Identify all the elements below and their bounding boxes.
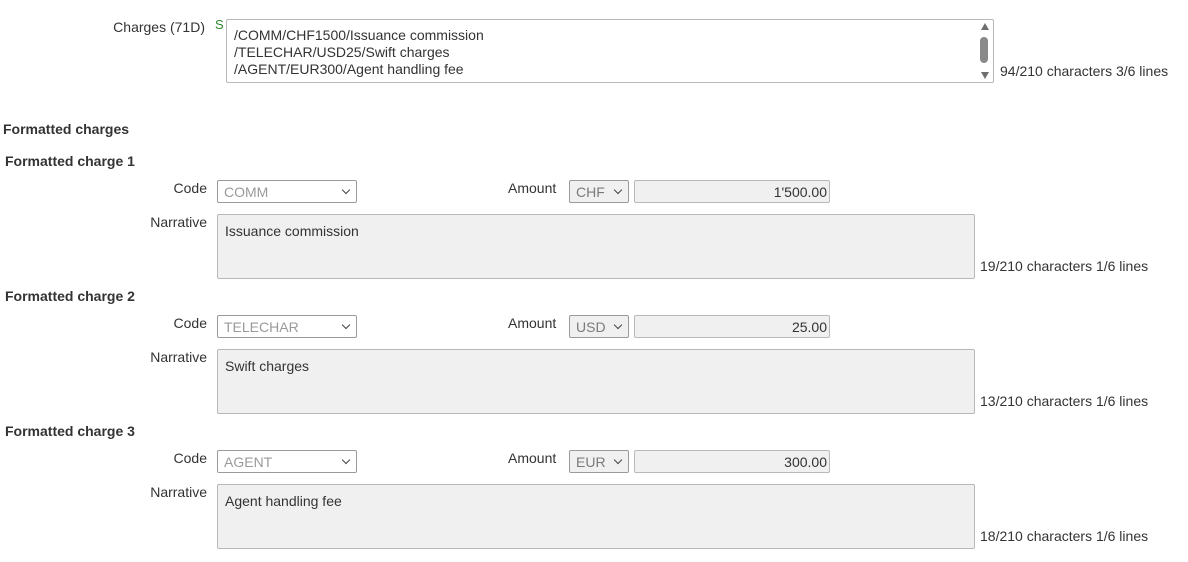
charge-1-code-value: COMM <box>224 184 269 200</box>
charge-1-code-select[interactable]: COMM <box>217 180 357 203</box>
charge-3-code-value: AGENT <box>224 454 273 470</box>
scroll-down-arrow-icon[interactable] <box>981 72 989 79</box>
charge-3-currency-select[interactable]: EUR <box>569 450 629 473</box>
charge-1-narrative-field[interactable]: Issuance commission <box>217 214 975 279</box>
charge-3-narrative-value: Agent handling fee <box>225 493 342 509</box>
charge-3-amount-field[interactable]: 300.00 <box>634 450 830 473</box>
chevron-down-icon <box>613 185 623 195</box>
charge-2-currency-value: USD <box>576 319 606 335</box>
formatted-charges-title: Formatted charges <box>3 121 130 137</box>
charge-1-currency-select[interactable]: CHF <box>569 180 629 203</box>
amount-label: Amount <box>508 180 557 196</box>
charge-2-code-value: TELECHAR <box>224 319 299 335</box>
charges-line: /COMM/CHF1500/Issuance commission <box>234 27 484 43</box>
charges-71d-counter: 94/210 characters 3/6 lines <box>1000 63 1169 79</box>
charges-71d-label: Charges (71D) <box>113 19 205 35</box>
charges-71d-textarea[interactable]: /COMM/CHF1500/Issuance commission /TELEC… <box>226 19 994 83</box>
amount-label: Amount <box>508 450 557 466</box>
chevron-down-icon <box>613 455 623 465</box>
charge-3-counter: 18/210 characters 1/6 lines <box>980 528 1149 544</box>
charges-line: /TELECHAR/USD25/Swift charges <box>234 44 450 60</box>
chevron-down-icon <box>341 455 351 465</box>
charge-3-narrative-field[interactable]: Agent handling fee <box>217 484 975 549</box>
narrative-label: Narrative <box>150 214 207 230</box>
chevron-down-icon <box>341 185 351 195</box>
code-label: Code <box>173 180 207 196</box>
charge-2-code-select[interactable]: TELECHAR <box>217 315 357 338</box>
charge-1-currency-value: CHF <box>576 184 605 200</box>
charge-1-counter: 19/210 characters 1/6 lines <box>980 258 1149 274</box>
code-label: Code <box>173 315 207 331</box>
charge-2-amount-field[interactable]: 25.00 <box>634 315 830 338</box>
charge-1-amount-field[interactable]: 1'500.00 <box>634 180 830 203</box>
charge-3-currency-value: EUR <box>576 454 606 470</box>
code-label: Code <box>173 450 207 466</box>
narrative-label: Narrative <box>150 484 207 500</box>
formatted-charge-2-title: Formatted charge 2 <box>5 288 135 304</box>
chevron-down-icon <box>613 320 623 330</box>
amount-label: Amount <box>508 315 557 331</box>
charge-2-narrative-value: Swift charges <box>225 358 310 374</box>
swift-status-tag: S <box>215 17 224 32</box>
narrative-label: Narrative <box>150 349 207 365</box>
formatted-charge-3-title: Formatted charge 3 <box>5 423 135 439</box>
charges-line: /AGENT/EUR300/Agent handling fee <box>234 61 464 77</box>
charges-scrollbar[interactable] <box>978 21 992 81</box>
charge-2-currency-select[interactable]: USD <box>569 315 629 338</box>
chevron-down-icon <box>341 320 351 330</box>
charge-1-narrative-value: Issuance commission <box>225 223 359 239</box>
formatted-charge-1-title: Formatted charge 1 <box>5 153 135 169</box>
charge-3-amount-value: 300.00 <box>784 454 827 470</box>
charge-1-amount-value: 1'500.00 <box>773 184 827 200</box>
scroll-up-arrow-icon[interactable] <box>981 23 989 30</box>
scroll-thumb[interactable] <box>980 37 988 63</box>
charge-2-amount-value: 25.00 <box>791 319 827 335</box>
charge-3-code-select[interactable]: AGENT <box>217 450 357 473</box>
charge-2-counter: 13/210 characters 1/6 lines <box>980 393 1149 409</box>
charge-2-narrative-field[interactable]: Swift charges <box>217 349 975 414</box>
